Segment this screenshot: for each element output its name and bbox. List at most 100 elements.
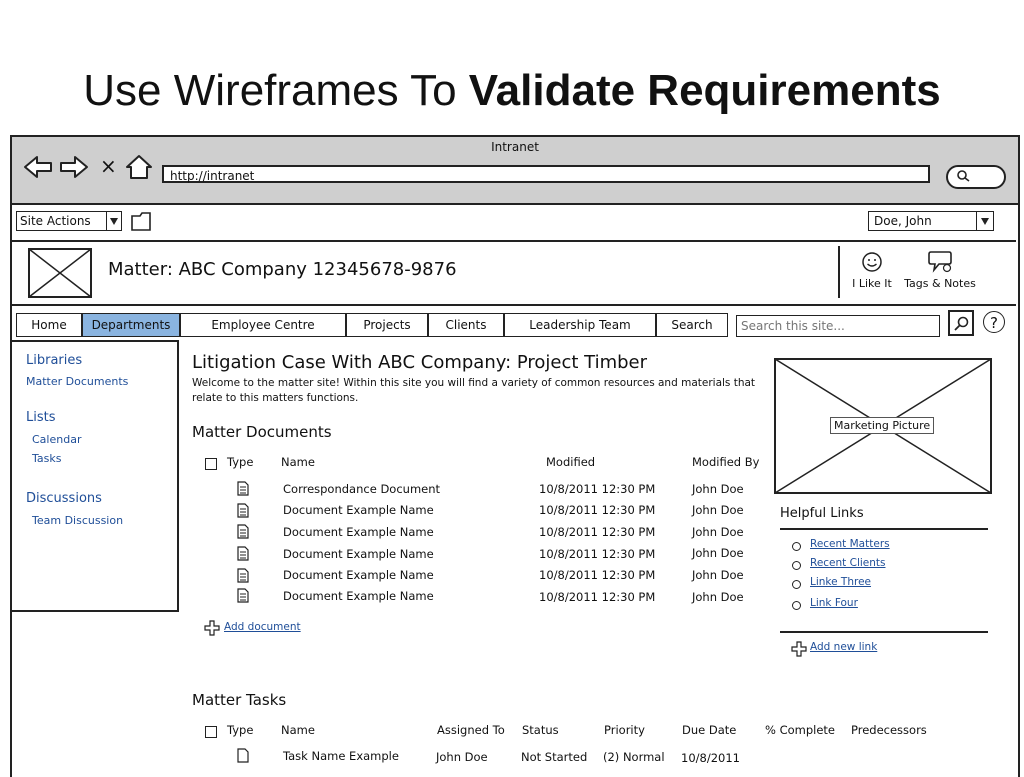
document-modified-by: John Doe: [692, 525, 744, 539]
site-actions-dropdown[interactable]: [106, 211, 122, 231]
documents-col-modified[interactable]: Modified: [546, 455, 595, 469]
select-all-tasks-checkbox[interactable]: [205, 726, 217, 738]
tasks-col-percent-complete[interactable]: % Complete: [765, 723, 835, 737]
intro-line-1: Welcome to the matter site! Within this …: [192, 377, 756, 389]
page-title: Litigation Case With ABC Company: Projec…: [192, 352, 648, 373]
sidebar-heading-libraries[interactable]: Libraries: [26, 353, 82, 368]
documents-col-type[interactable]: Type: [227, 455, 253, 469]
matter-title: Matter: ABC Company 12345678-9876: [108, 259, 457, 280]
site-search-input[interactable]: [736, 315, 940, 337]
tasks-col-predecessors[interactable]: Predecessors: [851, 723, 927, 737]
slide-title: Use Wireframes To Validate Requirements: [0, 66, 1024, 116]
browser-search-box[interactable]: [946, 165, 1006, 189]
back-icon[interactable]: [22, 153, 54, 181]
task-status: Not Started: [521, 750, 588, 764]
site-search-button[interactable]: [948, 310, 974, 336]
search-icon: [954, 316, 969, 331]
intro-line-2: relate to this matters functions.: [192, 392, 359, 404]
nav-tab-clients[interactable]: Clients: [428, 313, 504, 337]
document-icon: [237, 588, 249, 603]
help-icon[interactable]: ?: [983, 311, 1005, 333]
tasks-col-priority[interactable]: Priority: [604, 723, 645, 737]
folder-icon[interactable]: [130, 210, 154, 232]
chevron-down-icon: [110, 218, 118, 225]
browser-window: Intranet × http://intranet Site Actions …: [10, 135, 1020, 777]
documents-col-name[interactable]: Name: [281, 455, 315, 469]
tasks-col-status[interactable]: Status: [522, 723, 559, 737]
nav-tab-departments[interactable]: Departments: [82, 313, 180, 337]
document-modified: 10/8/2011 12:30 PM: [539, 568, 656, 582]
helpful-link-three[interactable]: Linke Three: [810, 576, 871, 588]
task-icon: [237, 748, 249, 763]
tags-label[interactable]: Tags & Notes: [900, 277, 980, 290]
document-name[interactable]: Correspondance Document: [283, 482, 440, 496]
helpful-link-four[interactable]: Link Four: [810, 597, 858, 609]
nav-tab-search[interactable]: Search: [656, 313, 728, 337]
like-label[interactable]: I Like It: [846, 277, 898, 290]
add-new-link[interactable]: Add new link: [810, 641, 877, 653]
document-name[interactable]: Document Example Name: [283, 568, 434, 582]
search-icon: [957, 170, 970, 182]
tasks-col-name[interactable]: Name: [281, 723, 315, 737]
document-modified: 10/8/2011 12:30 PM: [539, 482, 656, 496]
sidebar-item-calendar[interactable]: Calendar: [32, 433, 81, 446]
documents-col-modified-by[interactable]: Modified By: [692, 455, 759, 469]
bullet-icon: [792, 561, 801, 570]
document-name[interactable]: Document Example Name: [283, 589, 434, 603]
add-document-link[interactable]: Add document: [224, 621, 301, 633]
stop-icon[interactable]: ×: [100, 155, 117, 177]
document-icon: [237, 481, 249, 496]
sidebar-item-team-discussion[interactable]: Team Discussion: [32, 514, 123, 527]
document-modified-by: John Doe: [692, 482, 744, 496]
document-modified: 10/8/2011 12:30 PM: [539, 503, 656, 517]
speech-bubble-icon[interactable]: [927, 249, 955, 275]
tasks-heading: Matter Tasks: [192, 691, 287, 709]
sidebar-item-matter-documents[interactable]: Matter Documents: [26, 375, 128, 388]
slide-title-bold: Validate Requirements: [468, 66, 941, 115]
site-actions-label: Site Actions: [20, 214, 91, 228]
document-icon: [237, 503, 249, 518]
document-modified-by: John Doe: [692, 590, 744, 604]
tasks-col-type[interactable]: Type: [227, 723, 253, 737]
nav-tab-home[interactable]: Home: [16, 313, 82, 337]
smiley-icon[interactable]: [861, 251, 883, 273]
sidebar-heading-lists[interactable]: Lists: [26, 410, 56, 425]
bullet-icon: [792, 580, 801, 589]
document-modified-by: John Doe: [692, 546, 744, 560]
user-name: Doe, John: [874, 214, 932, 228]
user-select[interactable]: Doe, John: [868, 211, 980, 231]
helpful-links-divider-top: [780, 528, 988, 530]
document-name[interactable]: Document Example Name: [283, 525, 434, 539]
sidebar-item-tasks[interactable]: Tasks: [32, 452, 61, 465]
site-actions-select[interactable]: Site Actions: [16, 211, 110, 231]
document-modified-by: John Doe: [692, 503, 744, 517]
forward-icon[interactable]: [58, 153, 90, 181]
add-icon[interactable]: [791, 641, 807, 657]
browser-chrome: Intranet × http://intranet: [12, 137, 1018, 205]
tasks-col-assigned-to[interactable]: Assigned To: [437, 723, 505, 737]
document-modified: 10/8/2011 12:30 PM: [539, 525, 656, 539]
document-modified-by: John Doe: [692, 568, 744, 582]
address-bar[interactable]: http://intranet: [162, 165, 930, 183]
task-assigned-to: John Doe: [436, 750, 488, 764]
document-modified: 10/8/2011 12:30 PM: [539, 547, 656, 561]
document-name[interactable]: Document Example Name: [283, 503, 434, 517]
task-name[interactable]: Task Name Example: [283, 749, 399, 763]
helpful-link-recent-clients[interactable]: Recent Clients: [810, 557, 886, 569]
nav-tab-projects[interactable]: Projects: [346, 313, 428, 337]
marketing-picture-label: Marketing Picture: [830, 417, 935, 434]
helpful-link-recent-matters[interactable]: Recent Matters: [810, 538, 890, 550]
add-icon[interactable]: [204, 620, 220, 636]
logo-placeholder: [28, 248, 92, 298]
helpful-links-heading: Helpful Links: [780, 506, 864, 521]
user-dropdown[interactable]: [976, 211, 994, 231]
nav-tab-leadership-team[interactable]: Leadership Team: [504, 313, 656, 337]
nav-tab-employee-centre[interactable]: Employee Centre: [180, 313, 346, 337]
window-title: Intranet: [491, 140, 539, 154]
tasks-col-due-date[interactable]: Due Date: [682, 723, 736, 737]
home-icon[interactable]: [124, 152, 154, 182]
document-modified: 10/8/2011 12:30 PM: [539, 590, 656, 604]
sidebar-heading-discussions[interactable]: Discussions: [26, 491, 102, 506]
select-all-documents-checkbox[interactable]: [205, 458, 217, 470]
document-name[interactable]: Document Example Name: [283, 547, 434, 561]
